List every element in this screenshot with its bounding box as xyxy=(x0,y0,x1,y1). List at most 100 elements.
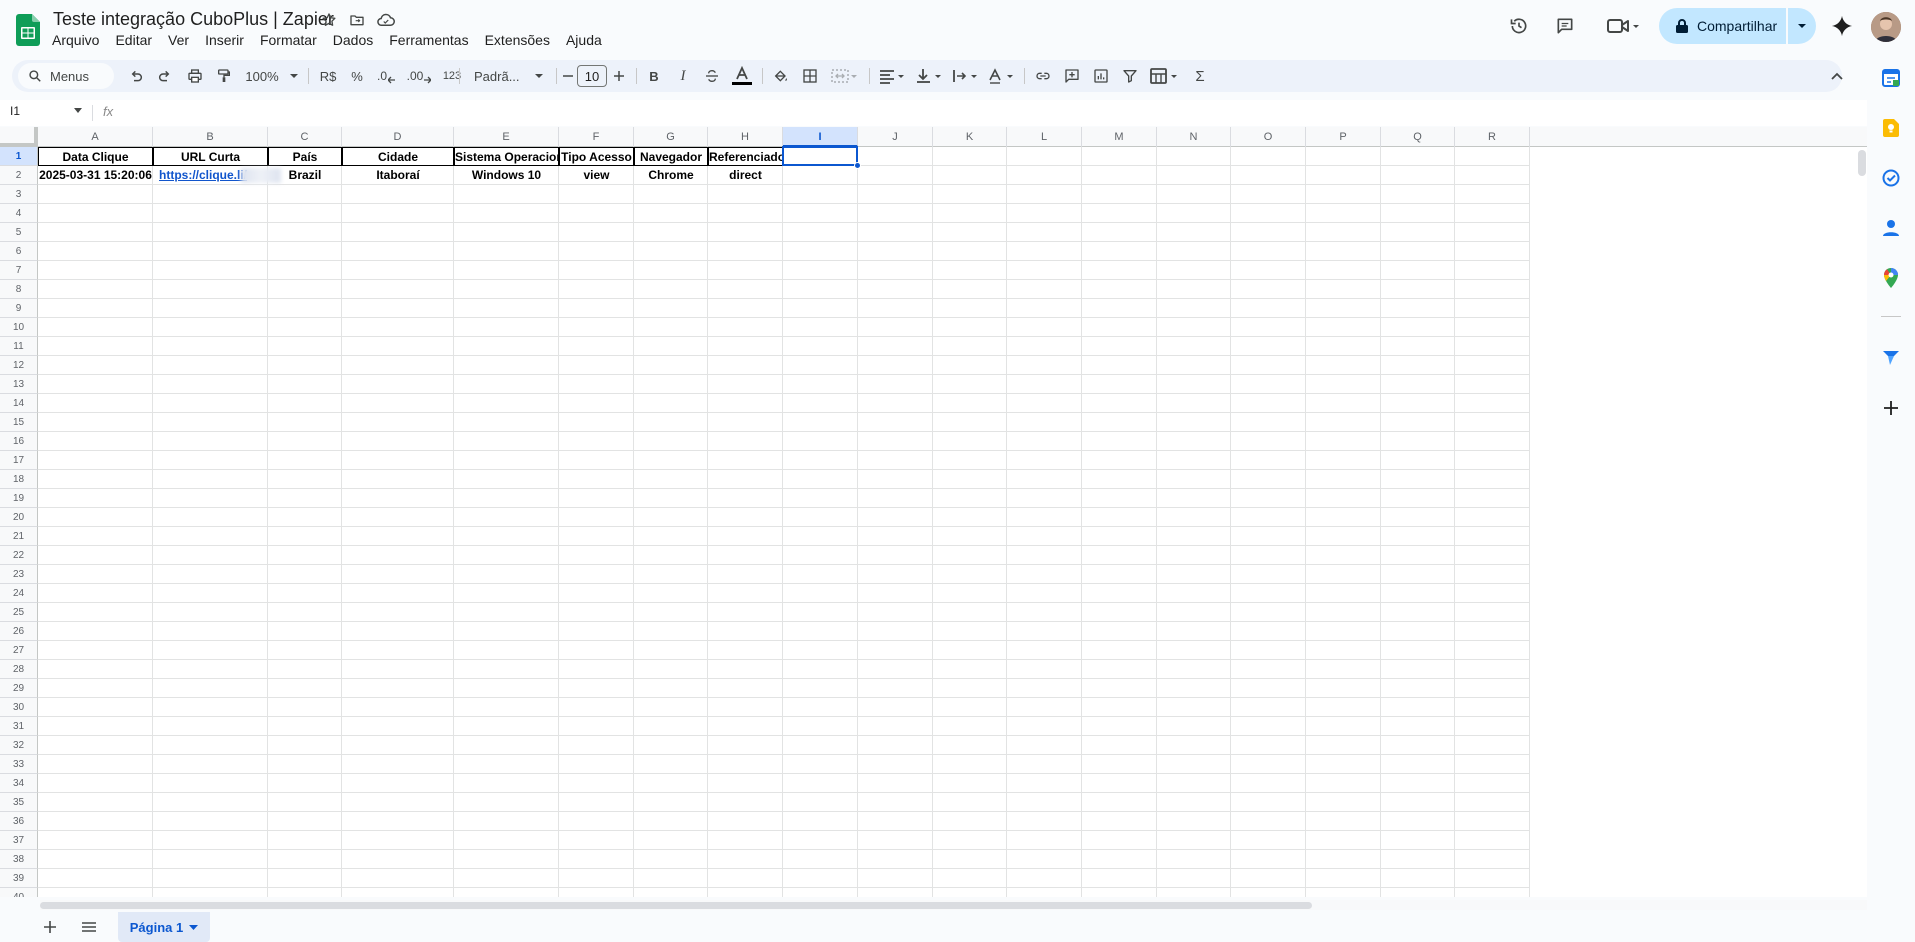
all-sheets-icon[interactable] xyxy=(80,919,98,935)
column-header-m[interactable]: M xyxy=(1082,127,1157,147)
row-header[interactable]: 29 xyxy=(0,679,38,698)
filter-button[interactable] xyxy=(1117,60,1143,92)
data-cell-d[interactable]: Itaboraí xyxy=(342,166,454,185)
row-header[interactable]: 19 xyxy=(0,489,38,508)
row-header[interactable]: 11 xyxy=(0,337,38,356)
row-header[interactable]: 12 xyxy=(0,356,38,375)
row-header[interactable]: 27 xyxy=(0,641,38,660)
sheet-tab-pagina-1[interactable]: Página 1 xyxy=(118,912,210,942)
horizontal-align-button[interactable] xyxy=(875,60,909,92)
row-header[interactable]: 9 xyxy=(0,299,38,318)
font-size-input[interactable]: 10 xyxy=(577,65,607,87)
data-cell-f[interactable]: view xyxy=(559,166,634,185)
strikethrough-button[interactable] xyxy=(699,60,725,92)
decrease-decimal-button[interactable]: .0 xyxy=(372,60,400,92)
header-cell-g[interactable]: Navegador xyxy=(634,147,708,166)
horizontal-scrollbar[interactable] xyxy=(40,900,1867,910)
row-header[interactable]: 32 xyxy=(0,736,38,755)
row-header[interactable]: 26 xyxy=(0,622,38,641)
tasks-icon[interactable] xyxy=(1881,168,1901,188)
column-header-l[interactable]: L xyxy=(1007,127,1082,147)
history-icon[interactable] xyxy=(1499,11,1539,41)
move-folder-icon[interactable] xyxy=(347,10,367,30)
column-header-c[interactable]: C xyxy=(268,127,342,147)
zoom-select[interactable]: 100% xyxy=(240,60,304,92)
text-color-button[interactable] xyxy=(728,60,756,92)
column-header-p[interactable]: P xyxy=(1306,127,1381,147)
sheets-logo-icon[interactable] xyxy=(16,14,40,46)
row-header[interactable]: 25 xyxy=(0,603,38,622)
column-header-j[interactable]: J xyxy=(858,127,933,147)
increase-decimal-button[interactable]: .00 xyxy=(403,60,435,92)
share-dropdown-button[interactable] xyxy=(1788,8,1816,44)
selected-cell[interactable] xyxy=(782,146,858,166)
vertical-align-button[interactable] xyxy=(912,60,946,92)
contacts-icon[interactable] xyxy=(1881,218,1901,238)
menu-formatar[interactable]: Formatar xyxy=(252,30,325,50)
header-cell-a[interactable]: Data Clique xyxy=(38,147,153,166)
column-header-d[interactable]: D xyxy=(342,127,454,147)
row-header[interactable]: 14 xyxy=(0,394,38,413)
data-cell-h[interactable]: direct xyxy=(708,166,783,185)
zapier-addon-icon[interactable] xyxy=(1881,348,1901,368)
row-header[interactable]: 7 xyxy=(0,261,38,280)
bold-button[interactable]: B xyxy=(641,60,667,92)
row-header[interactable]: 8 xyxy=(0,280,38,299)
row-header[interactable]: 28 xyxy=(0,660,38,679)
header-cell-d[interactable]: Cidade xyxy=(342,147,454,166)
paint-format-button[interactable] xyxy=(211,60,237,92)
currency-format-button[interactable]: R$ xyxy=(315,60,341,92)
menu-ferramentas[interactable]: Ferramentas xyxy=(381,30,476,50)
column-header-q[interactable]: Q xyxy=(1381,127,1455,147)
fill-handle[interactable] xyxy=(854,162,861,169)
header-cell-b[interactable]: URL Curta xyxy=(153,147,268,166)
redo-button[interactable] xyxy=(152,60,178,92)
keep-icon[interactable] xyxy=(1881,118,1901,138)
row-header[interactable]: 13 xyxy=(0,375,38,394)
data-cell-e[interactable]: Windows 10 xyxy=(454,166,559,185)
row-header[interactable]: 21 xyxy=(0,527,38,546)
row-header[interactable]: 16 xyxy=(0,432,38,451)
row-header[interactable]: 15 xyxy=(0,413,38,432)
menu-dados[interactable]: Dados xyxy=(325,30,381,50)
menus-search-button[interactable]: Menus xyxy=(18,63,114,89)
text-wrap-button[interactable] xyxy=(948,60,982,92)
add-sheet-icon[interactable] xyxy=(42,919,58,935)
chevron-down-icon[interactable] xyxy=(189,924,199,930)
chevron-down-icon[interactable] xyxy=(74,108,82,113)
column-header-o[interactable]: O xyxy=(1231,127,1306,147)
row-header[interactable]: 39 xyxy=(0,869,38,888)
comment-icon[interactable] xyxy=(1545,11,1585,41)
row-header[interactable]: 34 xyxy=(0,774,38,793)
menu-arquivo[interactable]: Arquivo xyxy=(44,30,107,50)
functions-button[interactable]: Σ xyxy=(1187,60,1213,92)
text-rotation-button[interactable] xyxy=(984,60,1018,92)
row-header[interactable]: 4 xyxy=(0,204,38,223)
data-cell-a[interactable]: 2025-03-31 15:20:06 xyxy=(38,166,153,185)
get-addons-icon[interactable] xyxy=(1881,398,1901,418)
filter-views-button[interactable] xyxy=(1146,60,1182,92)
data-cell-g[interactable]: Chrome xyxy=(634,166,708,185)
row-header[interactable]: 30 xyxy=(0,698,38,717)
name-box[interactable]: I1 xyxy=(10,104,20,118)
row-header[interactable]: 20 xyxy=(0,508,38,527)
header-cell-e[interactable]: Sistema Operacional xyxy=(454,147,559,166)
star-icon[interactable] xyxy=(319,10,339,30)
row-header[interactable]: 33 xyxy=(0,755,38,774)
insert-comment-button[interactable] xyxy=(1059,60,1085,92)
cloud-saved-icon[interactable] xyxy=(376,10,396,30)
column-header-k[interactable]: K xyxy=(933,127,1007,147)
maps-icon[interactable] xyxy=(1881,268,1901,288)
percent-format-button[interactable]: % xyxy=(344,60,370,92)
row-header[interactable]: 18 xyxy=(0,470,38,489)
increase-font-size-button[interactable] xyxy=(610,60,628,92)
more-formats-button[interactable]: 123 xyxy=(437,60,467,92)
insert-link-button[interactable] xyxy=(1030,60,1056,92)
print-button[interactable] xyxy=(182,60,208,92)
column-header-b[interactable]: B xyxy=(153,127,268,147)
undo-button[interactable] xyxy=(123,60,149,92)
menu-ver[interactable]: Ver xyxy=(160,30,197,50)
menu-editar[interactable]: Editar xyxy=(107,30,160,50)
column-header-f[interactable]: F xyxy=(559,127,634,147)
row-header[interactable]: 35 xyxy=(0,793,38,812)
